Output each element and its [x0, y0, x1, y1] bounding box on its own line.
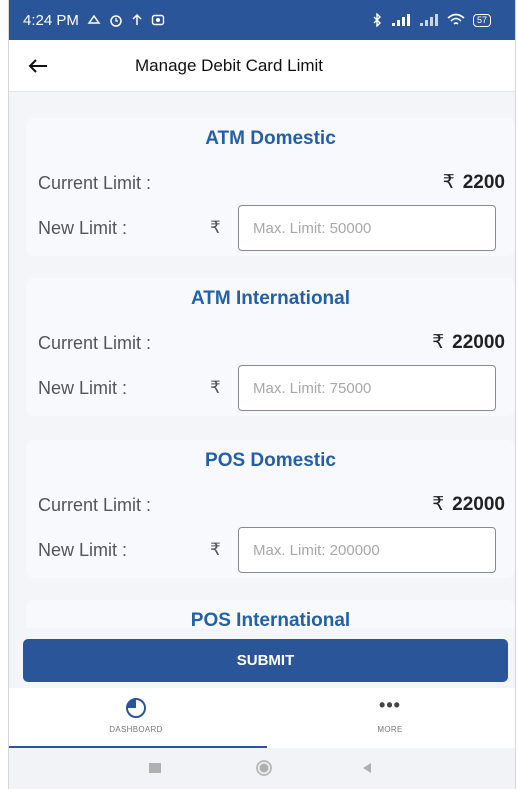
bluetooth-icon: [373, 13, 381, 27]
battery-indicator: 57: [472, 13, 491, 27]
current-limit-label: Current Limit :: [38, 333, 152, 353]
arrow-left-icon[interactable]: [28, 58, 48, 74]
card-title: ATM Domestic: [205, 128, 336, 149]
back-button[interactable]: [9, 58, 67, 74]
current-limit-value: ₹22000: [432, 331, 505, 354]
screenshot-icon: [151, 14, 165, 26]
new-limit-input[interactable]: [238, 527, 496, 573]
current-limit-label: Current Limit :: [38, 495, 152, 515]
dashboard-icon: [126, 698, 146, 718]
card-title: POS Domestic: [205, 450, 336, 471]
current-limit-value: ₹2200: [443, 171, 505, 194]
home-icon[interactable]: [255, 760, 273, 778]
rupee-icon: ₹: [432, 332, 445, 353]
limit-card-pos-domestic: POS Domestic Current Limit : ₹22000 New …: [26, 440, 515, 578]
rupee-icon: ₹: [210, 218, 221, 237]
new-limit-input[interactable]: [238, 205, 496, 251]
system-nav-bar: [9, 748, 515, 789]
alarm-icon: [110, 15, 122, 27]
nav-dashboard-label: DASHBOARD: [109, 725, 163, 734]
rupee-icon: ₹: [442, 172, 455, 193]
recents-icon[interactable]: [147, 760, 163, 776]
limit-card-atm-domestic: ATM Domestic Current Limit : ₹2200 New L…: [26, 118, 515, 256]
current-limit-value: ₹22000: [432, 493, 505, 516]
limits-list[interactable]: ATM Domestic Current Limit : ₹2200 New L…: [9, 92, 515, 628]
new-limit-label: New Limit :: [38, 540, 128, 560]
status-time: 4:24 PM: [23, 11, 79, 29]
new-limit-label: New Limit :: [38, 218, 128, 238]
current-limit-amount: 22000: [452, 332, 505, 353]
app-header: Manage Debit Card Limit: [9, 40, 515, 92]
status-right: 57: [371, 13, 491, 27]
network-icon: [132, 13, 142, 25]
wifi-icon: [447, 13, 465, 25]
card-title: ATM International: [190, 288, 351, 309]
current-limit-amount: 2200: [462, 172, 505, 193]
new-limit-label: New Limit :: [38, 378, 128, 398]
more-icon: •••: [379, 695, 401, 715]
rupee-icon: ₹: [210, 540, 221, 559]
signal-secondary-icon: [419, 14, 438, 26]
nav-dashboard[interactable]: DASHBOARD: [9, 688, 263, 748]
card-title: POS International: [190, 610, 351, 628]
new-limit-input[interactable]: [238, 365, 496, 411]
current-limit-amount: 22000: [452, 494, 505, 515]
bottom-nav: DASHBOARD ••• MORE: [9, 688, 515, 748]
rupee-icon: ₹: [210, 378, 221, 397]
rupee-icon: ₹: [432, 494, 445, 515]
page-title: Manage Debit Card Limit: [135, 55, 324, 75]
nav-more-label: MORE: [377, 725, 403, 734]
signal-icon: [391, 14, 410, 26]
limit-card-pos-international: POS International: [26, 600, 515, 628]
app-frame: 4:24 PM 57 Manage Debit Card Limit ATM D…: [8, 0, 516, 789]
back-nav-icon[interactable]: [359, 760, 375, 776]
status-bar: 4:24 PM 57: [9, 0, 515, 40]
submit-button[interactable]: SUBMIT: [23, 639, 508, 682]
notification-icon: [87, 14, 101, 24]
limit-card-atm-international: ATM International Current Limit : ₹22000…: [26, 278, 515, 416]
nav-more[interactable]: ••• MORE: [263, 688, 515, 748]
current-limit-label: Current Limit :: [38, 173, 152, 193]
status-left: 4:24 PM: [23, 12, 165, 29]
